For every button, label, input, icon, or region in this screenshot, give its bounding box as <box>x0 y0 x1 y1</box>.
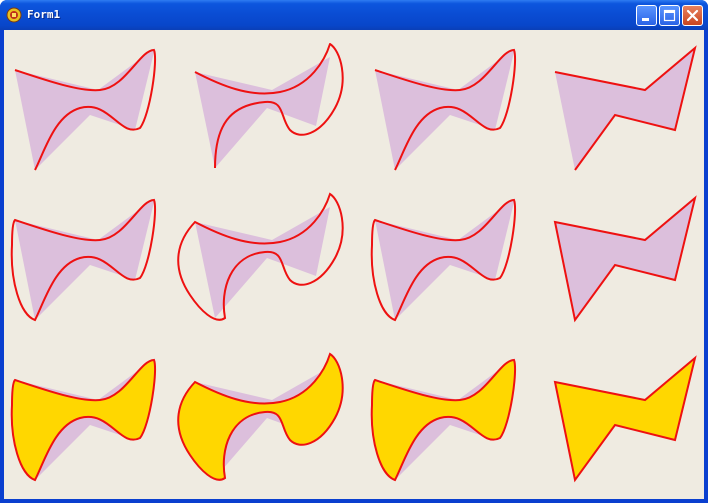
r3c4-polygon <box>553 355 697 483</box>
r2c2-control-polygon <box>195 207 330 318</box>
r2c4-polygon <box>553 195 697 323</box>
drawing-canvas <box>10 43 697 483</box>
